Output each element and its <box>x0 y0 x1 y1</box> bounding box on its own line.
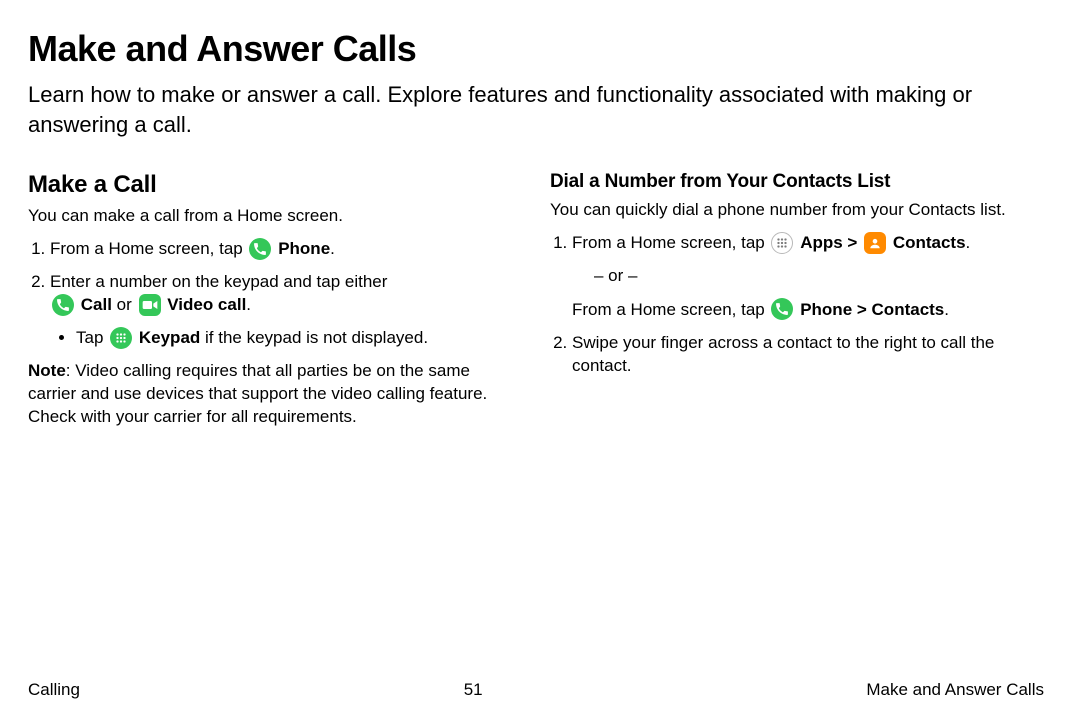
apps-icon <box>771 232 793 254</box>
alt-c: . <box>944 300 949 319</box>
make-a-call-heading: Make a Call <box>28 171 522 199</box>
call-label: Call <box>81 295 112 314</box>
note-paragraph: Note: Video calling requires that all pa… <box>28 360 522 429</box>
right-column: Dial a Number from Your Contacts List Yo… <box>550 171 1044 429</box>
alt-contacts-label: Contacts <box>872 300 945 319</box>
dial-contacts-lead: You can quickly dial a phone number from… <box>550 199 1044 222</box>
phone-label: Phone <box>278 239 330 258</box>
step-1-text-c: . <box>330 239 335 258</box>
footer-right: Make and Answer Calls <box>866 680 1044 700</box>
step-2: Enter a number on the keypad and tap eit… <box>50 271 522 350</box>
footer-page-number: 51 <box>464 680 483 700</box>
alt-a: From a Home screen, tap <box>572 300 769 319</box>
keypad-icon <box>110 327 132 349</box>
two-column-layout: Make a Call You can make a call from a H… <box>28 171 1044 429</box>
keypad-label: Keypad <box>139 328 200 347</box>
bullet-text-a: Tap <box>76 328 108 347</box>
make-a-call-lead: You can make a call from a Home screen. <box>28 205 522 228</box>
alt-sep: > <box>852 300 871 319</box>
step-2-or: or <box>117 295 137 314</box>
phone-icon <box>249 238 271 260</box>
r-sep: > <box>843 233 862 252</box>
r-step1-a: From a Home screen, tap <box>572 233 769 252</box>
page-title: Make and Answer Calls <box>28 28 1044 70</box>
contacts-icon <box>864 232 886 254</box>
make-a-call-steps: From a Home screen, tap Phone. Enter a n… <box>28 238 522 350</box>
footer-left: Calling <box>28 680 80 700</box>
step-2-text-c: . <box>246 295 251 314</box>
sub-bullets: Tap Keypad if the keypad is not displaye… <box>50 327 522 350</box>
contacts-label: Contacts <box>893 233 966 252</box>
or-block: – or – <box>572 263 1044 289</box>
document-page: Make and Answer Calls Learn how to make … <box>0 0 1080 720</box>
video-call-icon <box>139 294 161 316</box>
r-step1-c: . <box>966 233 971 252</box>
step-2-text-a: Enter a number on the keypad and tap eit… <box>50 272 387 291</box>
dial-contacts-steps: From a Home screen, tap Apps > Contacts.… <box>550 232 1044 378</box>
or-text: – or – <box>594 263 1044 289</box>
step-1: From a Home screen, tap Phone. <box>50 238 522 261</box>
alt-path: From a Home screen, tap Phone > Contacts… <box>572 297 1044 323</box>
intro-paragraph: Learn how to make or answer a call. Expl… <box>28 80 1028 139</box>
keypad-bullet: Tap Keypad if the keypad is not displaye… <box>76 327 522 350</box>
note-body: : Video calling requires that all partie… <box>28 361 487 426</box>
alt-phone-label: Phone <box>800 300 852 319</box>
dial-contacts-heading: Dial a Number from Your Contacts List <box>550 171 1044 193</box>
video-call-label: Video call <box>167 295 246 314</box>
right-step-1: From a Home screen, tap Apps > Contacts.… <box>572 232 1044 322</box>
right-step-2: Swipe your finger across a contact to th… <box>572 332 1044 378</box>
note-label: Note <box>28 361 66 380</box>
bullet-text-c: if the keypad is not displayed. <box>200 328 428 347</box>
page-footer: Calling 51 Make and Answer Calls <box>28 680 1044 700</box>
call-icon <box>52 294 74 316</box>
phone-icon-2 <box>771 298 793 320</box>
apps-label: Apps <box>800 233 843 252</box>
step-1-text-a: From a Home screen, tap <box>50 239 247 258</box>
left-column: Make a Call You can make a call from a H… <box>28 171 522 429</box>
